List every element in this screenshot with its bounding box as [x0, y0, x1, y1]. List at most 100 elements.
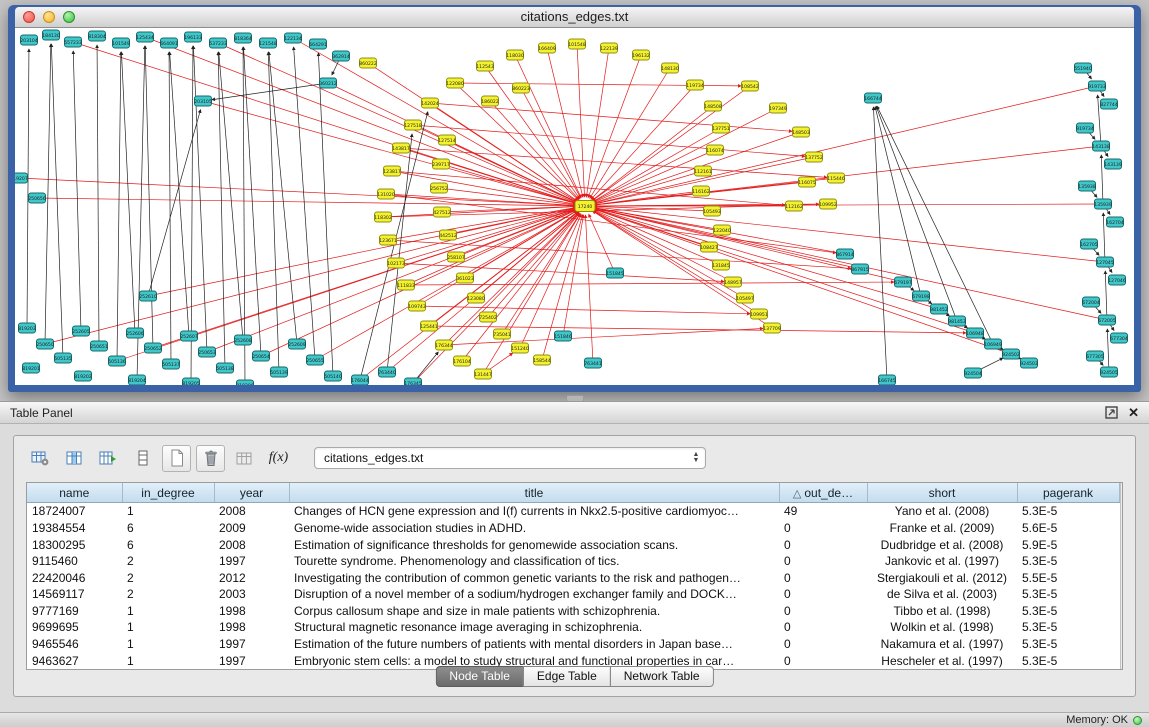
- tab-node-table[interactable]: Node Table: [435, 666, 524, 687]
- network-edge[interactable]: [145, 46, 153, 348]
- tab-network-table[interactable]: Network Table: [610, 666, 714, 687]
- network-edge[interactable]: [594, 146, 1101, 205]
- table-cell[interactable]: Genome-wide association studies in ADHD.: [289, 520, 779, 537]
- table-cell[interactable]: 5.6E-5: [1017, 520, 1119, 537]
- delete-column-icon[interactable]: [196, 445, 225, 472]
- table-cell[interactable]: 18300295: [27, 536, 122, 553]
- table-cell[interactable]: Wolkin et al. (1998): [867, 619, 1017, 636]
- table-cell[interactable]: 2: [122, 586, 214, 603]
- network-edge[interactable]: [590, 68, 670, 198]
- network-edge[interactable]: [490, 101, 579, 199]
- table-cell[interactable]: 2008: [214, 536, 289, 553]
- network-edge[interactable]: [876, 106, 957, 321]
- column-header-out-degree[interactable]: △out_de…: [779, 483, 867, 503]
- table-cell[interactable]: 1: [122, 652, 214, 669]
- table-cell[interactable]: 1998: [214, 603, 289, 620]
- network-edge[interactable]: [117, 52, 121, 361]
- table-cell[interactable]: 9115460: [27, 553, 122, 570]
- table-cell[interactable]: 5.3E-5: [1017, 603, 1119, 620]
- table-cell[interactable]: Investigating the contribution of common…: [289, 569, 779, 586]
- table-cell[interactable]: 0: [779, 553, 867, 570]
- table-cell[interactable]: 18724007: [27, 503, 122, 520]
- network-edge[interactable]: [417, 306, 750, 314]
- network-edge[interactable]: [218, 43, 577, 202]
- zoom-window-button[interactable]: [63, 11, 75, 23]
- table-cell[interactable]: Structural magnetic resonance image aver…: [289, 619, 779, 636]
- column-icon[interactable]: [128, 445, 157, 472]
- table-cell[interactable]: Tourette syndrome. Phenomenology and cla…: [289, 553, 779, 570]
- network-edge[interactable]: [594, 209, 939, 309]
- tab-edge-table[interactable]: Edge Table: [523, 666, 611, 687]
- rename-table-icon[interactable]: [230, 445, 259, 472]
- network-edge[interactable]: [387, 212, 578, 372]
- table-cell[interactable]: Jankovic et al. (1997): [867, 553, 1017, 570]
- network-edge[interactable]: [97, 45, 99, 346]
- table-cell[interactable]: 5.3E-5: [1017, 619, 1119, 636]
- network-edge[interactable]: [1103, 213, 1105, 262]
- table-cell[interactable]: 1: [122, 619, 214, 636]
- network-edge[interactable]: [243, 47, 245, 385]
- table-row[interactable]: 969969511998Structural magnetic resonanc…: [27, 619, 1119, 636]
- network-edge[interactable]: [413, 212, 579, 383]
- table-row[interactable]: 1830029562008Estimation of significance …: [27, 536, 1119, 553]
- network-edge[interactable]: [51, 44, 63, 358]
- scrollbar-thumb[interactable]: [1123, 485, 1124, 561]
- table-cell[interactable]: Stergiakouli et al. (2012): [867, 569, 1017, 586]
- column-header-year[interactable]: year: [214, 483, 289, 503]
- table-cell[interactable]: Nakamura et al. (1997): [867, 636, 1017, 653]
- network-edge[interactable]: [1107, 329, 1109, 372]
- network-edge[interactable]: [592, 86, 750, 201]
- table-cell[interactable]: 2003: [214, 586, 289, 603]
- table-cell[interactable]: 5.3E-5: [1017, 553, 1119, 570]
- close-panel-icon[interactable]: ✕: [1128, 405, 1139, 421]
- network-edge[interactable]: [502, 214, 580, 334]
- table-row[interactable]: 946554611997Estimation of the future num…: [27, 636, 1119, 653]
- table-cell[interactable]: 9463627: [27, 652, 122, 669]
- table-cell[interactable]: 1: [122, 503, 214, 520]
- table-cell[interactable]: 5.3E-5: [1017, 636, 1119, 653]
- table-row[interactable]: 977716911998Corpus callosum shape and si…: [27, 603, 1119, 620]
- table-cell[interactable]: 1: [122, 603, 214, 620]
- network-edge[interactable]: [19, 178, 576, 206]
- column-header-title[interactable]: title: [289, 483, 779, 503]
- new-document-icon[interactable]: [162, 445, 191, 472]
- network-edge[interactable]: [318, 53, 333, 376]
- network-edge[interactable]: [430, 103, 792, 131]
- network-edge[interactable]: [591, 85, 695, 199]
- network-edge[interactable]: [1105, 271, 1107, 320]
- table-cell[interactable]: 0: [779, 636, 867, 653]
- table-cell[interactable]: Tibbo et al. (1998): [867, 603, 1017, 620]
- table-cell[interactable]: 0: [779, 520, 867, 537]
- table-cell[interactable]: Estimation of the future numbers of pati…: [289, 636, 779, 653]
- table-cell[interactable]: 6: [122, 520, 214, 537]
- table-cell[interactable]: 9699695: [27, 619, 122, 636]
- network-edge[interactable]: [585, 215, 593, 363]
- network-svg[interactable]: 1724011254311803016640910154812213919613…: [15, 28, 1134, 385]
- table-cell[interactable]: 19384554: [27, 520, 122, 537]
- table-cell[interactable]: Estimation of significance thresholds fo…: [289, 536, 779, 553]
- table-cell[interactable]: 1: [122, 636, 214, 653]
- table-cell[interactable]: 5.3E-5: [1017, 652, 1119, 669]
- network-edge[interactable]: [73, 51, 81, 331]
- network-edge[interactable]: [45, 208, 576, 344]
- network-edge[interactable]: [193, 46, 207, 352]
- network-edge[interactable]: [169, 52, 171, 364]
- table-mode-icon[interactable]: [26, 445, 55, 472]
- network-edge[interactable]: [406, 282, 894, 285]
- table-cell[interactable]: 1997: [214, 652, 289, 669]
- table-scrollbar[interactable]: [1120, 483, 1123, 669]
- network-edge[interactable]: [121, 52, 135, 333]
- network-edge[interactable]: [577, 44, 585, 197]
- show-columns-icon[interactable]: [60, 445, 89, 472]
- undock-icon[interactable]: [1105, 406, 1118, 419]
- table-cell[interactable]: Hescheler et al. (1997): [867, 652, 1017, 669]
- table-cell[interactable]: 5.3E-5: [1017, 586, 1119, 603]
- network-edge[interactable]: [515, 55, 581, 198]
- network-edge[interactable]: [594, 208, 1107, 320]
- network-edge[interactable]: [563, 215, 583, 336]
- window-titlebar[interactable]: citations_edges.txt: [15, 7, 1134, 28]
- network-edge[interactable]: [396, 263, 724, 281]
- table-row[interactable]: 1456911722003Disruption of a novel membe…: [27, 586, 1119, 603]
- table-cell[interactable]: 2: [122, 553, 214, 570]
- table-cell[interactable]: Dudbridge et al. (2008): [867, 536, 1017, 553]
